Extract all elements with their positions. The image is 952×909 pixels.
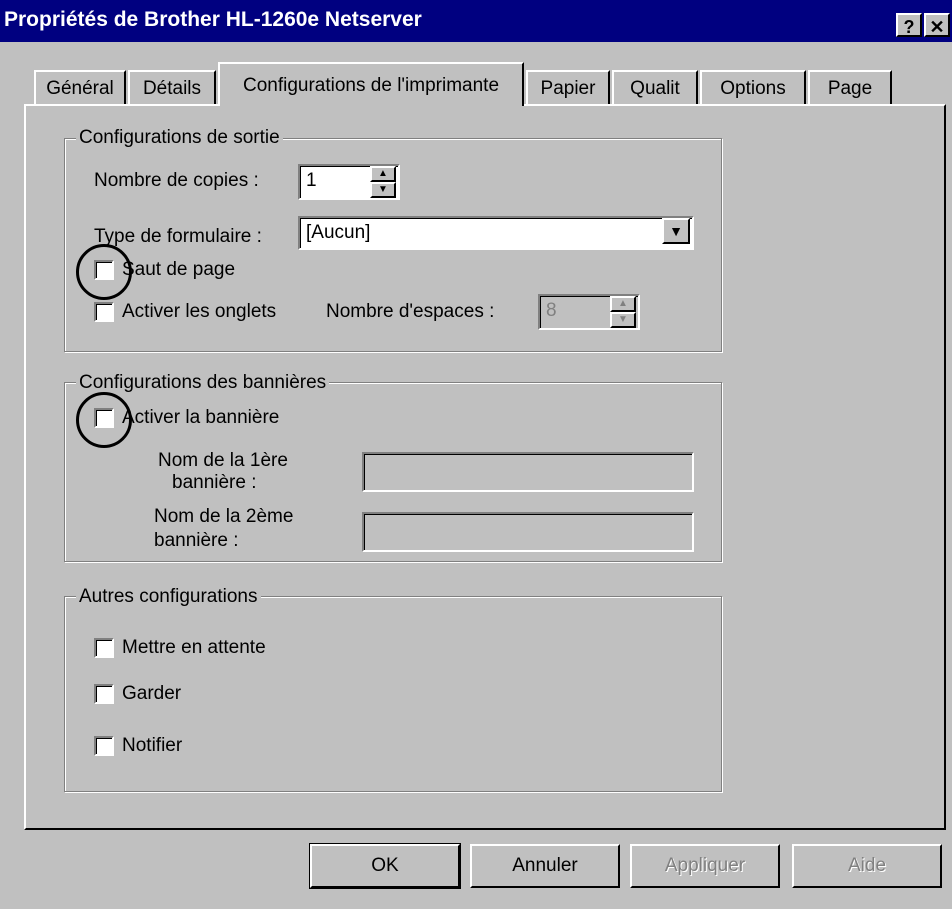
spaces-label: Nombre d'espaces : <box>326 301 495 322</box>
copies-label: Nombre de copies : <box>94 170 259 191</box>
window-title: Propriétés de Brother HL-1260e Netserver <box>4 8 422 31</box>
first-banner-label-line1: Nom de la 1ère <box>158 450 288 471</box>
form-type-value: [Aucun] <box>306 222 371 243</box>
cancel-button-label: Annuler <box>512 855 578 876</box>
other-group-legend: Autres configurations <box>76 586 261 608</box>
hold-label: Mettre en attente <box>122 637 266 658</box>
output-group-legend: Configurations de sortie <box>76 127 283 149</box>
ok-button-label: OK <box>371 855 399 876</box>
highlight-circle <box>76 392 132 448</box>
spaces-stepper[interactable]: 8 ▲ ▼ <box>538 294 640 330</box>
keep-checkbox[interactable] <box>94 684 114 704</box>
keep-label: Garder <box>122 683 182 704</box>
help-button[interactable]: ? <box>896 13 922 37</box>
ok-button[interactable]: OK <box>309 843 461 889</box>
spaces-value: 8 <box>546 300 557 321</box>
page-break-label: Saut de page <box>122 259 236 280</box>
second-banner-name-input[interactable] <box>362 512 694 552</box>
first-banner-name-input[interactable] <box>362 452 694 492</box>
notify-label: Notifier <box>122 735 183 756</box>
first-banner-label-line2: bannière : <box>172 472 257 493</box>
spaces-up-arrow-icon[interactable]: ▲ <box>610 296 636 312</box>
enable-tabs-checkbox[interactable] <box>94 302 114 322</box>
form-type-select[interactable]: [Aucun] ▼ <box>298 216 694 250</box>
highlight-circle <box>76 244 132 300</box>
tab-general[interactable]: Général <box>34 70 126 104</box>
tab-paper[interactable]: Papier <box>526 70 610 104</box>
tab-details[interactable]: Détails <box>128 70 216 104</box>
apply-button[interactable]: Appliquer <box>630 844 780 888</box>
spaces-down-arrow-icon[interactable]: ▼ <box>610 312 636 328</box>
hold-checkbox[interactable] <box>94 638 114 658</box>
apply-button-label: Appliquer <box>664 855 746 876</box>
help-button-label: Aide <box>847 855 887 876</box>
copies-value: 1 <box>306 170 317 191</box>
chevron-down-icon[interactable]: ▼ <box>662 218 690 244</box>
notify-checkbox[interactable] <box>94 736 114 756</box>
copies-down-arrow-icon[interactable]: ▼ <box>370 182 396 198</box>
second-banner-label-line1: Nom de la 2ème <box>154 506 294 527</box>
tab-printer-configurations[interactable]: Configurations de l'imprimante <box>218 62 524 106</box>
enable-banner-label: Activer la bannière <box>122 407 280 428</box>
help-dialog-button[interactable]: Aide <box>792 844 942 888</box>
enable-tabs-label: Activer les onglets <box>122 301 277 322</box>
banner-group-legend: Configurations des bannières <box>76 372 330 394</box>
copies-stepper[interactable]: 1 ▲ ▼ <box>298 164 400 200</box>
tab-page[interactable]: Page <box>808 70 892 104</box>
second-banner-label-line2: bannière : <box>154 530 239 551</box>
cancel-button[interactable]: Annuler <box>470 844 620 888</box>
copies-up-arrow-icon[interactable]: ▲ <box>370 166 396 182</box>
title-bar: Propriétés de Brother HL-1260e Netserver… <box>0 0 952 42</box>
tab-options[interactable]: Options <box>700 70 806 104</box>
form-type-label: Type de formulaire : <box>94 226 262 247</box>
close-button[interactable]: ✕ <box>924 13 950 37</box>
tab-quality[interactable]: Qualit <box>612 70 698 104</box>
